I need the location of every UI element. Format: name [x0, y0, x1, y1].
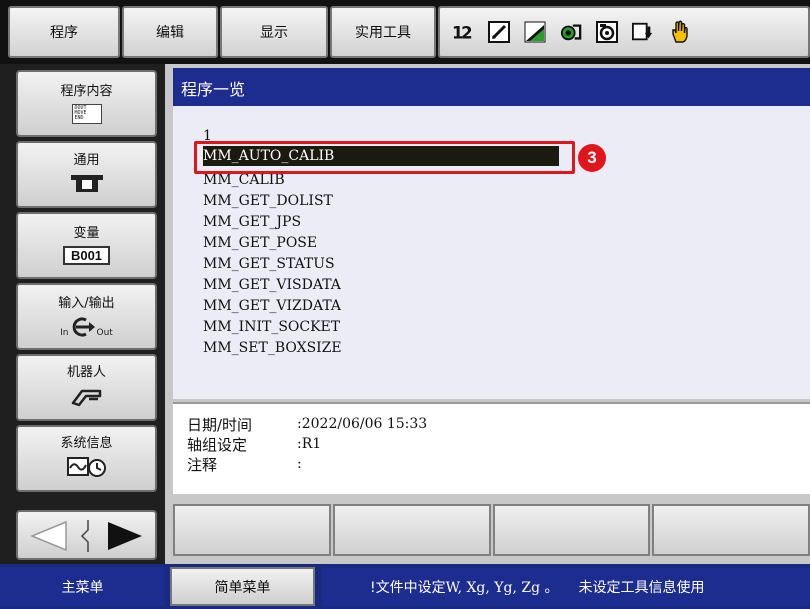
- menu-display-button[interactable]: 显示: [220, 6, 328, 58]
- sidebar-item-label: 机器人: [66, 364, 106, 380]
- list-item[interactable]: MM_GET_VIZDATA: [203, 296, 341, 316]
- page-title: 程序一览: [173, 68, 810, 106]
- sidebar-item-robot[interactable]: 机器人: [16, 354, 157, 421]
- comment-label: 注释: [187, 455, 218, 474]
- menu-edit-label: 编辑: [156, 25, 184, 41]
- arrow-right-icon[interactable]: [106, 520, 146, 556]
- sidebar-item-system-info[interactable]: 系统信息: [16, 425, 157, 492]
- sidebar-item-label: 通用: [73, 152, 100, 168]
- list-item[interactable]: MM_INIT_SOCKET: [203, 317, 340, 337]
- date-value: :2022/06/06 15:33: [297, 416, 428, 432]
- list-item[interactable]: MM_GET_JPS: [203, 212, 301, 232]
- system-info-icon: [66, 456, 107, 482]
- sidebar-item-variable[interactable]: 变量 B001: [16, 212, 157, 279]
- signal-icon[interactable]: [524, 20, 546, 44]
- axis-group-value: :R1: [297, 436, 322, 452]
- sidebar-item-label: 输入/输出: [58, 295, 115, 311]
- separator-icon: [76, 518, 96, 558]
- list-item[interactable]: MM_SET_BOXSIZE: [203, 338, 342, 358]
- arrow-left-icon[interactable]: [28, 520, 68, 556]
- simple-menu-button[interactable]: 简单菜单: [170, 567, 315, 606]
- status-message-suffix: 未设定工具信息使用: [578, 579, 705, 596]
- date-label: 日期/时间: [187, 415, 253, 434]
- program-info-panel: 日期/时间 :2022/06/06 15:33 轴组设定 :R1 注释 :: [173, 402, 810, 494]
- menu-program-button[interactable]: 程序: [8, 6, 120, 58]
- sidebar-item-label: 程序内容: [60, 83, 113, 99]
- svg-text:2: 2: [461, 23, 472, 42]
- page-nav-arrows: [16, 510, 157, 560]
- menu-program-label: 程序: [50, 25, 78, 41]
- menu-utility-label: 实用工具: [355, 25, 411, 41]
- axis-group-label: 轴组设定: [187, 435, 248, 454]
- sidebar-item-io[interactable]: 输入/输出 In Out: [16, 283, 157, 350]
- comment-value: :: [297, 456, 302, 472]
- sidebar-item-program-content[interactable]: 程序内容 DOUT MOVE END: [16, 70, 157, 137]
- hand-icon[interactable]: [668, 20, 690, 44]
- softkey-row: [173, 504, 810, 556]
- mode-icon[interactable]: [560, 20, 582, 44]
- softkey-1[interactable]: [173, 504, 331, 556]
- list-item[interactable]: MM_GET_VISDATA: [203, 275, 341, 295]
- robot-icon: [70, 385, 104, 411]
- sidebar-item-general[interactable]: 通用: [16, 141, 157, 208]
- program-content-icon: DOUT MOVE END: [71, 103, 102, 124]
- list-item[interactable]: MM_GET_STATUS: [203, 254, 335, 274]
- edit-icon[interactable]: [488, 20, 510, 44]
- menu-display-label: 显示: [260, 25, 288, 41]
- sidebar-item-label: 变量: [73, 226, 100, 241]
- softkey-3[interactable]: [492, 504, 651, 556]
- main-menu-label: 主菜单: [61, 579, 104, 596]
- general-icon: [70, 173, 104, 197]
- step-marker-badge: 3: [578, 144, 606, 172]
- status-message-params: W, Xg, Yg, Zg 。: [445, 579, 559, 596]
- variable-icon: B001: [62, 246, 111, 265]
- status-message: !文件中设定 W, Xg, Yg, Zg 。 未设定工具信息使用: [322, 567, 810, 606]
- selection-highlight-frame: [194, 141, 575, 174]
- softkey-2[interactable]: [332, 504, 491, 556]
- main-menu-button[interactable]: 主菜单: [0, 567, 165, 606]
- status-icon-bar: 12: [438, 6, 810, 58]
- io-icon: In Out: [60, 316, 113, 338]
- sidebar-item-label: 系统信息: [60, 435, 113, 451]
- numbering-icon[interactable]: 12: [452, 20, 474, 44]
- camera-icon[interactable]: [596, 20, 618, 44]
- save-icon[interactable]: [632, 20, 654, 44]
- top-menu-bar: 程序 编辑 显示 实用工具 12: [0, 0, 810, 64]
- simple-menu-label: 简单菜单: [214, 579, 271, 596]
- status-message-prefix: !文件中设定: [370, 579, 446, 596]
- menu-edit-button[interactable]: 编辑: [122, 6, 218, 58]
- bottom-bar: 主菜单 简单菜单 !文件中设定 W, Xg, Yg, Zg 。 未设定工具信息使…: [0, 564, 810, 609]
- program-list: 1 MM_AUTO_CALIB MM_CALIB MM_GET_DOLIST M…: [173, 106, 810, 399]
- list-item[interactable]: MM_GET_DOLIST: [203, 191, 333, 211]
- left-sidebar: 程序内容 DOUT MOVE END 通用 变量 B001 输入/输出 In O…: [0, 64, 165, 564]
- list-item[interactable]: MM_GET_POSE: [203, 233, 317, 253]
- softkey-4[interactable]: [652, 504, 810, 556]
- main-content: 程序一览 1 MM_AUTO_CALIB MM_CALIB MM_GET_DOL…: [165, 64, 810, 564]
- menu-utility-button[interactable]: 实用工具: [330, 6, 436, 58]
